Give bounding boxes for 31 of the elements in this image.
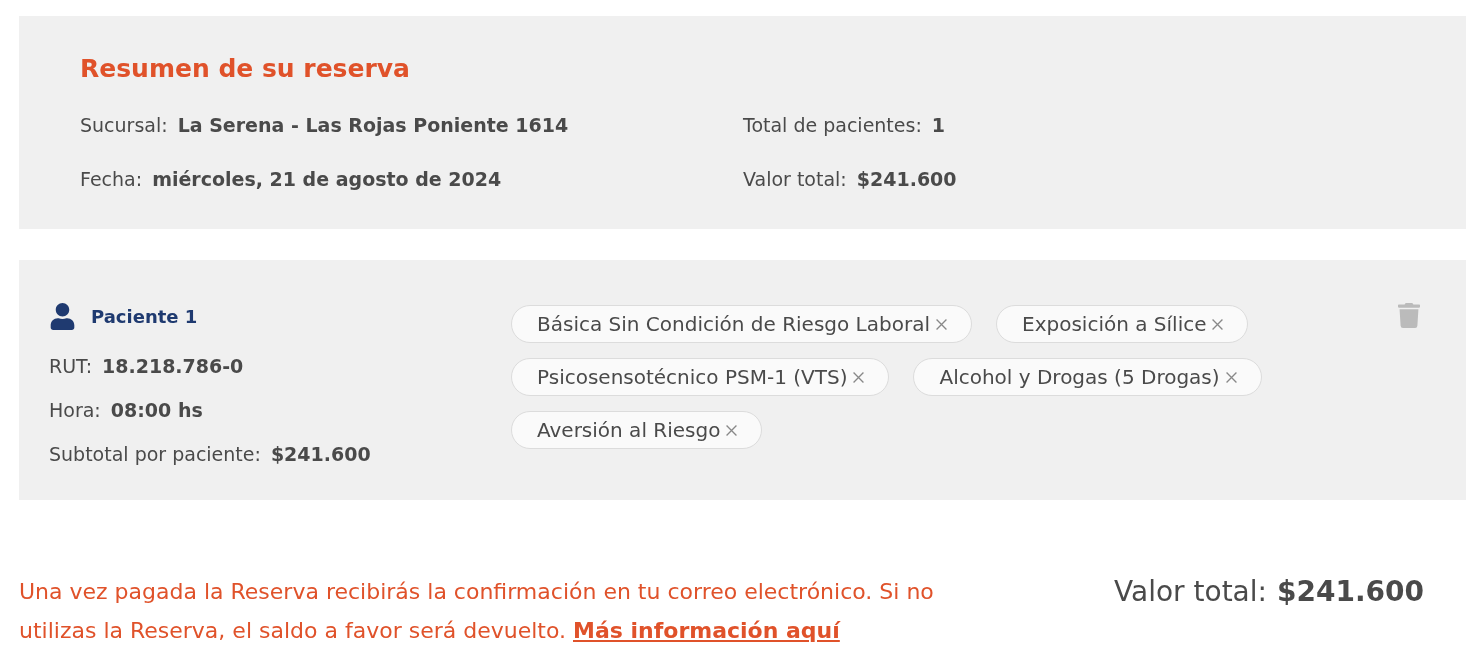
field-value: miércoles, 21 de agosto de 2024 [152, 167, 502, 191]
field-value: 08:00 hs [110, 398, 203, 422]
close-icon[interactable] [936, 318, 947, 330]
patient-title: Paciente 1 [91, 304, 198, 329]
field-value: La Serena - Las Rojas Poniente 1614 [177, 113, 569, 137]
field-label: Valor total: [743, 167, 847, 191]
field-label: Sucursal: [80, 113, 168, 137]
close-icon[interactable] [853, 371, 865, 383]
payment-notice: Una vez pagada la Reserva recibirás la confirmación en tu correo electrónico. Si no utilizas la Reserva, el saldo a favor será devuelto. Más información aquí [19, 578, 935, 645]
total-label: Valor total: [1114, 574, 1267, 610]
close-icon[interactable] [1225, 371, 1237, 383]
field-label: Subtotal por paciente: [49, 442, 261, 466]
field-value: $241.600 [856, 167, 957, 191]
close-icon[interactable] [1212, 318, 1224, 330]
service-label: Exposición a Sílice [1022, 311, 1207, 338]
field-label: Total de pacientes: [743, 113, 922, 137]
field-value: 18.218.786-0 [102, 354, 244, 378]
more-info-link[interactable]: Más información aquí [573, 618, 840, 643]
close-icon[interactable] [726, 424, 738, 436]
field-label: RUT: [49, 354, 93, 378]
field-value: $241.600 [270, 442, 371, 466]
service-label: Aversión al Riesgo [537, 417, 721, 444]
summary-title: Resumen de su reserva [80, 53, 411, 85]
service-label: Alcohol y Drogas (5 Drogas) [939, 364, 1220, 391]
total-value: $241.600 [1277, 574, 1424, 610]
field-label: Hora: [49, 398, 101, 422]
field-value: 1 [931, 113, 946, 137]
service-label: Psicosensotécnico PSM-1 (VTS) [537, 364, 848, 391]
person-icon [49, 302, 76, 330]
field-label: Fecha: [80, 167, 143, 191]
service-label: Básica Sin Condición de Riesgo Laboral [537, 311, 930, 338]
